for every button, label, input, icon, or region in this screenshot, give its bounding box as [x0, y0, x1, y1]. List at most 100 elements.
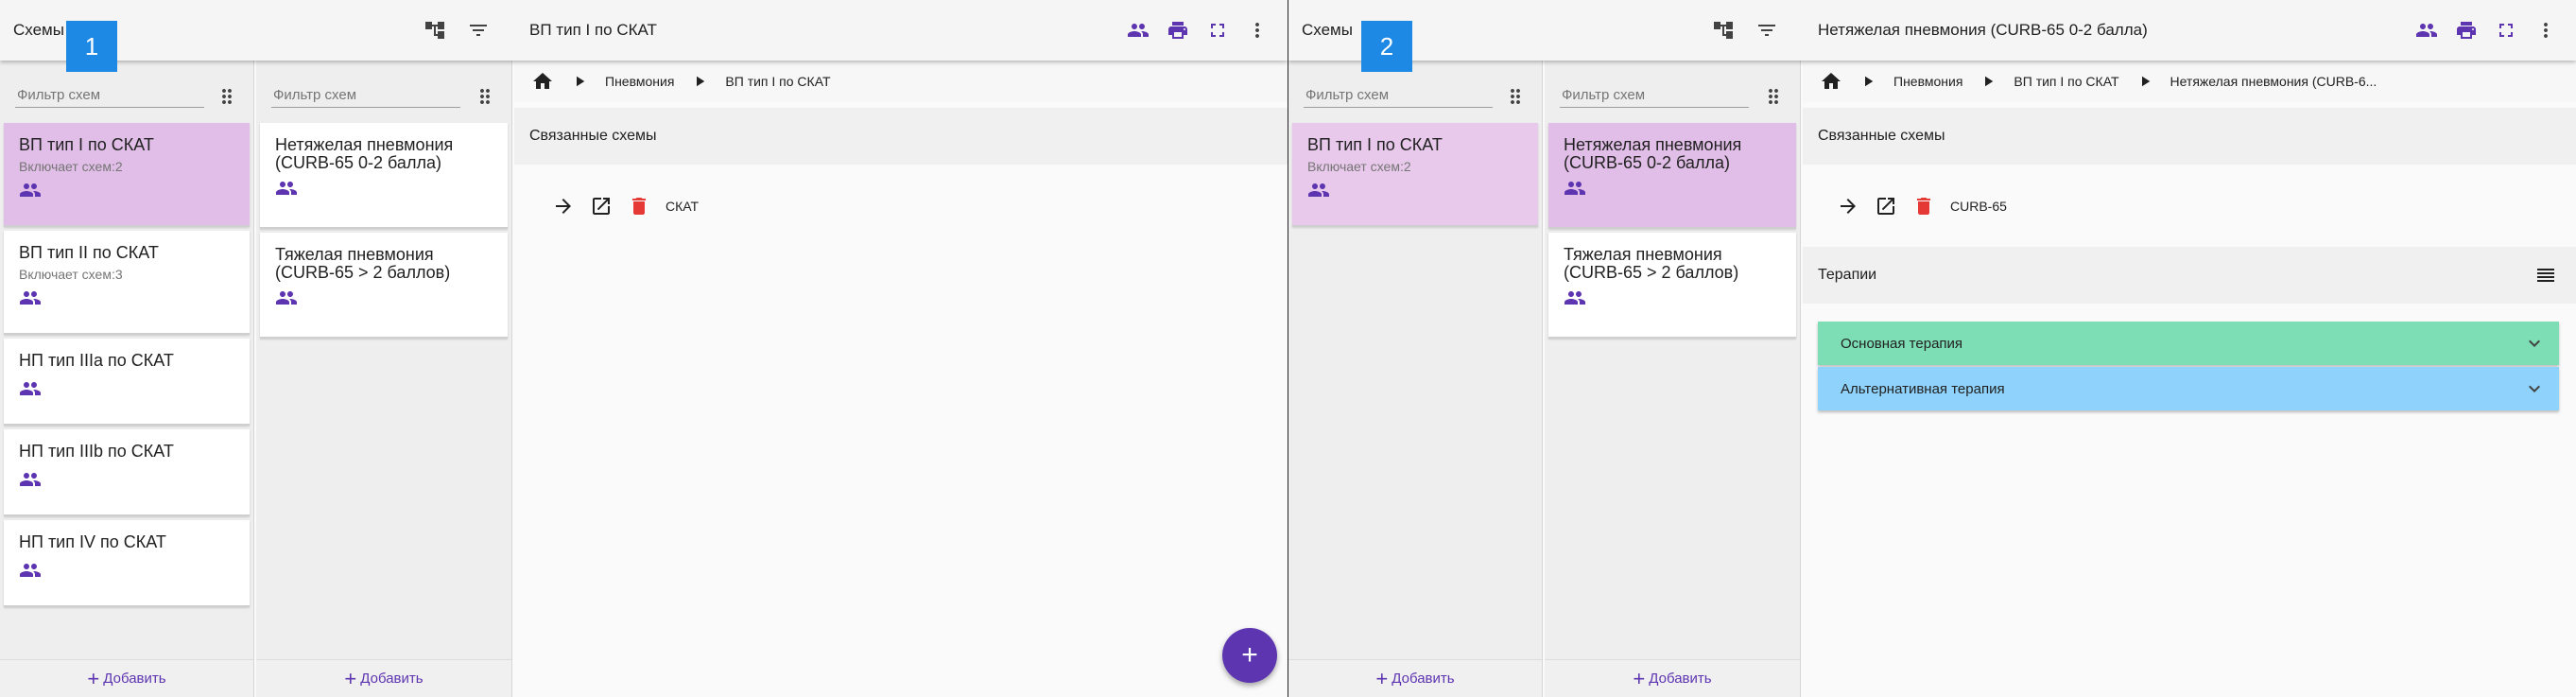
print-icon[interactable]: [2455, 19, 2478, 42]
plus-icon: +: [1375, 666, 1389, 690]
list-item[interactable]: ВП тип II по СКАТ Включает схем:3: [4, 231, 250, 335]
chevron-down-icon[interactable]: [2523, 377, 2546, 400]
list-item[interactable]: Нетяжелая пневмония (CURB-65 0-2 балла): [260, 123, 508, 229]
list-item-title: НП тип IIIa по СКАТ: [19, 351, 174, 370]
filter-icon[interactable]: [1755, 19, 1778, 42]
filter-bar: [271, 74, 496, 112]
list-item[interactable]: НП тип IIIb по СКАТ: [4, 429, 250, 516]
list-item-title: Нетяжелая пневмония (CURB-65 0-2 балла): [275, 135, 454, 172]
open-in-new-icon[interactable]: [590, 195, 613, 218]
filter-input[interactable]: [1560, 83, 1749, 108]
list-item-title: ВП тип I по СКАТ: [1307, 135, 1443, 154]
menu-icon[interactable]: [2534, 264, 2557, 287]
list-item-title: Тяжелая пневмония (CURB-65 > 2 баллов): [1564, 245, 1739, 282]
fullscreen-icon[interactable]: [2495, 19, 2517, 42]
related-schemes-title: Связанные схемы: [529, 128, 657, 144]
add-fab-button[interactable]: +: [1222, 628, 1277, 683]
more-vert-icon[interactable]: [2534, 19, 2557, 42]
list-item-subtitle: Включает схем:3: [19, 267, 123, 282]
list-item[interactable]: Нетяжелая пневмония (CURB-65 0-2 балла): [1548, 123, 1796, 229]
app-title: Схемы: [1302, 21, 1353, 39]
drag-handle-icon[interactable]: [1504, 85, 1527, 108]
add-scheme-button[interactable]: + Добавить: [256, 659, 511, 697]
play-arrow-icon: [2136, 73, 2153, 90]
filter-input[interactable]: [15, 83, 204, 108]
list-item[interactable]: НП тип IV по СКАТ: [4, 520, 250, 607]
people-icon: [19, 377, 42, 400]
list-item[interactable]: ВП тип I по СКАТ Включает схем:2: [4, 123, 250, 227]
people-icon: [275, 177, 298, 200]
plus-icon: +: [1241, 639, 1258, 671]
scheme-header: ВП тип I по СКАТ: [514, 0, 1288, 61]
list-item[interactable]: ВП тип I по СКАТ Включает схем:2: [1292, 123, 1538, 227]
list-item-title: ВП тип I по СКАТ: [19, 135, 154, 154]
related-scheme-name: СКАТ: [666, 199, 700, 214]
scheme-title: Нетяжелая пневмония (CURB-65 0-2 балла): [1818, 21, 2148, 39]
plus-icon: +: [344, 666, 357, 690]
people-icon[interactable]: [2415, 19, 2438, 42]
related-schemes-header: Связанные схемы: [514, 108, 1288, 165]
tree-view-icon[interactable]: [424, 19, 446, 42]
breadcrumb: Пневмония ВП тип I по СКАТ: [514, 61, 1288, 102]
breadcrumb-item[interactable]: Пневмония: [605, 74, 674, 89]
fullscreen-icon[interactable]: [1206, 19, 1229, 42]
related-scheme-row: CURB-65: [1837, 195, 2007, 218]
breadcrumb-item[interactable]: Пневмония: [1893, 74, 1962, 89]
list-item[interactable]: НП тип IIIa по СКАТ: [4, 339, 250, 426]
home-icon[interactable]: [1820, 70, 1842, 93]
top-bar: Схемы Нетяжелая пневмония (CURB-65 0-2 б…: [1288, 0, 2576, 61]
filter-input[interactable]: [1304, 83, 1493, 108]
add-label: Добавить: [360, 671, 424, 687]
related-scheme-name: CURB-65: [1950, 199, 2007, 214]
drag-handle-icon[interactable]: [1762, 85, 1785, 108]
list-item[interactable]: Тяжелая пневмония (CURB-65 > 2 баллов): [260, 233, 508, 339]
therapy-alt-panel[interactable]: Альтернативная терапия: [1818, 367, 2559, 410]
play-arrow-icon: [1980, 73, 1997, 90]
filter-bar: [1304, 74, 1527, 112]
print-icon[interactable]: [1167, 19, 1189, 42]
list-item[interactable]: Тяжелая пневмония (CURB-65 > 2 баллов): [1548, 233, 1796, 339]
therapy-main-panel[interactable]: Основная терапия: [1818, 322, 2559, 365]
list-item-title: ВП тип II по СКАТ: [19, 243, 159, 262]
add-scheme-button[interactable]: + Добавить: [1288, 659, 1542, 697]
home-icon[interactable]: [531, 70, 554, 93]
list-item-title: НП тип IV по СКАТ: [19, 532, 166, 551]
therapy-label: Альтернативная терапия: [1841, 380, 2005, 397]
related-schemes-header: Связанные схемы: [1803, 108, 2576, 165]
people-icon[interactable]: [1127, 19, 1150, 42]
breadcrumb-item[interactable]: ВП тип I по СКАТ: [2014, 74, 2118, 89]
filter-bar: [1560, 74, 1785, 112]
breadcrumb-item[interactable]: ВП тип I по СКАТ: [725, 74, 830, 89]
screen-1: Схемы ВП тип I по СКАТ 1 ВП тип I по СКА…: [0, 0, 1288, 697]
drag-handle-icon[interactable]: [474, 85, 496, 108]
scheme-detail: Пневмония ВП тип I по СКАТ Нетяжелая пне…: [1803, 61, 2576, 697]
open-in-new-icon[interactable]: [1875, 195, 1897, 218]
add-scheme-button[interactable]: + Добавить: [1545, 659, 1800, 697]
list-item-title: НП тип IIIb по СКАТ: [19, 442, 174, 461]
delete-icon[interactable]: [1912, 195, 1935, 218]
people-icon: [19, 559, 42, 582]
scheme-list-column-1: ВП тип I по СКАТ Включает схем:2 ВП тип …: [0, 61, 254, 697]
drag-handle-icon[interactable]: [216, 85, 238, 108]
more-vert-icon[interactable]: [1246, 19, 1269, 42]
tree-view-icon[interactable]: [1712, 19, 1735, 42]
filter-icon[interactable]: [467, 19, 490, 42]
scheme-list-column-2: Нетяжелая пневмония (CURB-65 0-2 балла) …: [256, 61, 512, 697]
people-icon: [1564, 287, 1586, 309]
therapy-label: Основная терапия: [1841, 335, 1963, 352]
related-scheme-row: СКАТ: [552, 195, 699, 218]
related-schemes-title: Связанные схемы: [1818, 128, 1945, 144]
breadcrumb-item[interactable]: Нетяжелая пневмония (CURB-6...: [2170, 74, 2377, 89]
breadcrumb: Пневмония ВП тип I по СКАТ Нетяжелая пне…: [1803, 61, 2576, 102]
filter-input[interactable]: [271, 83, 460, 108]
arrow-forward-icon[interactable]: [552, 195, 575, 218]
people-icon: [19, 468, 42, 491]
top-bar: Схемы ВП тип I по СКАТ: [0, 0, 1288, 61]
add-scheme-button[interactable]: + Добавить: [0, 659, 253, 697]
delete-icon[interactable]: [628, 195, 650, 218]
list-item-subtitle: Включает схем:2: [1307, 159, 1411, 174]
therapies-title: Терапии: [1818, 267, 1877, 283]
chevron-down-icon[interactable]: [2523, 332, 2546, 355]
people-icon: [19, 287, 42, 309]
arrow-forward-icon[interactable]: [1837, 195, 1859, 218]
